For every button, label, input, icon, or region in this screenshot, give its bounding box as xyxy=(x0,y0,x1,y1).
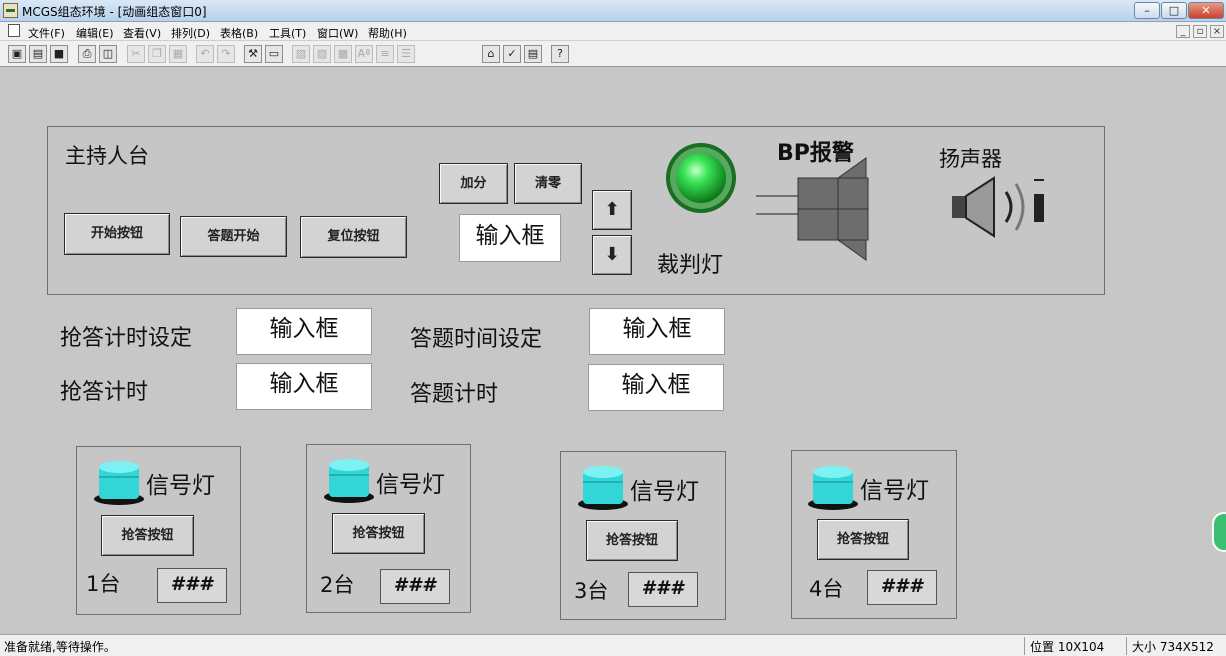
status-bar: 准备就绪,等待操作。 位置 10X104 大小 734X512 xyxy=(0,634,1226,656)
window-icon[interactable]: ▤ xyxy=(524,45,542,63)
status-divider xyxy=(1126,637,1127,655)
frame-icon[interactable]: ▭ xyxy=(265,45,283,63)
grab-button-4[interactable]: 抢答按钮 xyxy=(817,519,909,560)
new-window-icon[interactable]: ▣ xyxy=(8,45,26,63)
undo-icon[interactable]: ↶ xyxy=(196,45,214,63)
reset-button[interactable]: 复位按钮 xyxy=(300,216,407,258)
signal-light-label: 信号灯 xyxy=(860,478,929,504)
menu-help[interactable]: 帮助(H) xyxy=(368,25,407,41)
grab-timer-label: 抢答计时 xyxy=(60,380,149,405)
status-message: 准备就绪,等待操作。 xyxy=(4,640,116,654)
tools-icon[interactable]: ⚒ xyxy=(244,45,262,63)
clear-score-button[interactable]: 清零 xyxy=(514,163,582,204)
mdi-minimize-button[interactable]: _ xyxy=(1176,25,1190,38)
speaker-label: 扬声器 xyxy=(939,147,1002,171)
arrow-down-button[interactable]: ⬇ xyxy=(592,235,632,275)
status-divider xyxy=(1024,637,1025,655)
menu-edit[interactable]: 编辑(E) xyxy=(76,25,114,41)
help-icon[interactable]: ? xyxy=(551,45,569,63)
host-panel-title: 主持人台 xyxy=(65,144,149,168)
maximize-button[interactable]: □ xyxy=(1161,2,1187,19)
align-icon[interactable]: ▧ xyxy=(292,45,310,63)
answer-timer-input[interactable]: 输入框 xyxy=(588,364,724,411)
grab-button-3[interactable]: 抢答按钮 xyxy=(586,520,678,561)
properties-icon[interactable]: ⌂ xyxy=(482,45,500,63)
answer-timer-label: 答题计时 xyxy=(410,382,499,407)
menu-tools[interactable]: 工具(T) xyxy=(269,25,306,41)
grab-time-setting-input[interactable]: 输入框 xyxy=(236,308,372,355)
mdi-restore-button[interactable]: ▫ xyxy=(1193,25,1207,38)
floating-side-tab[interactable] xyxy=(1212,512,1226,552)
app-logo-icon xyxy=(3,3,18,18)
station-label-2: 2台 xyxy=(320,573,355,597)
menu-icon[interactable]: ☰ xyxy=(397,45,415,63)
judge-light-icon xyxy=(665,142,737,214)
text-icon[interactable]: Aª xyxy=(355,45,373,63)
document-icon[interactable] xyxy=(8,24,20,37)
window-title: MCGS组态环境 - [动画组态窗口0] xyxy=(22,5,207,19)
print-icon[interactable]: ⎙ xyxy=(78,45,96,63)
answer-start-button[interactable]: 答题开始 xyxy=(180,216,287,257)
paste-icon[interactable]: ▦ xyxy=(169,45,187,63)
signal-light-label: 信号灯 xyxy=(376,472,445,498)
station-label-3: 3台 xyxy=(574,579,609,603)
station-label-1: 1台 xyxy=(86,572,121,596)
station-value-3: ### xyxy=(628,572,698,607)
speaker-icon xyxy=(950,176,1050,240)
menu-file[interactable]: 文件(F) xyxy=(28,25,65,41)
menu-table[interactable]: 表格(B) xyxy=(220,25,258,41)
cut-icon[interactable]: ✂ xyxy=(127,45,145,63)
menu-view[interactable]: 查看(V) xyxy=(123,25,161,41)
signal-light-icon xyxy=(322,456,376,504)
answer-time-setting-label: 答题时间设定 xyxy=(410,327,543,352)
redo-icon[interactable]: ↷ xyxy=(217,45,235,63)
title-bar: MCGS组态环境 - [动画组态窗口0] – □ ✕ xyxy=(0,0,1226,22)
status-position: 位置 10X104 xyxy=(1030,640,1105,654)
grab-button-1[interactable]: 抢答按钮 xyxy=(101,515,194,556)
print-preview-icon[interactable]: ◫ xyxy=(99,45,117,63)
signal-light-icon xyxy=(576,463,630,511)
save-icon[interactable]: ■ xyxy=(50,45,68,63)
score-input[interactable]: 输入框 xyxy=(459,214,561,262)
grab-button-2[interactable]: 抢答按钮 xyxy=(332,513,425,554)
bp-alarm-icon xyxy=(756,156,870,262)
status-size: 大小 734X512 xyxy=(1132,640,1214,654)
minimize-button[interactable]: – xyxy=(1134,2,1160,19)
answer-time-setting-input[interactable]: 输入框 xyxy=(589,308,725,355)
station-value-2: ### xyxy=(380,569,450,604)
add-score-button[interactable]: 加分 xyxy=(439,163,508,204)
arrow-up-button[interactable]: ⬆ xyxy=(592,190,632,230)
station-value-1: ### xyxy=(157,568,227,603)
signal-light-icon xyxy=(806,463,860,511)
start-button[interactable]: 开始按钮 xyxy=(64,213,170,255)
toolbar: ▣ ▤ ■ ⎙ ◫ ✂ ❐ ▦ ↶ ↷ ⚒ ▭ ▧ ▨ ▩ Aª ≡ ☰ ⌂ ✓… xyxy=(0,41,1226,67)
signal-light-icon xyxy=(92,458,146,506)
signal-light-label: 信号灯 xyxy=(630,479,699,505)
font-icon[interactable]: ▩ xyxy=(334,45,352,63)
station-label-4: 4台 xyxy=(809,577,844,601)
mdi-close-button[interactable]: × xyxy=(1210,25,1224,38)
close-button[interactable]: ✕ xyxy=(1188,2,1224,19)
station-value-4: ### xyxy=(867,570,937,605)
copy-icon[interactable]: ❐ xyxy=(148,45,166,63)
open-icon[interactable]: ▤ xyxy=(29,45,47,63)
judge-light-label: 裁判灯 xyxy=(657,253,724,278)
menu-bar: 文件(F) 编辑(E) 查看(V) 排列(D) 表格(B) 工具(T) 窗口(W… xyxy=(0,22,1226,41)
arrow-up-icon: ⬆ xyxy=(604,199,620,220)
layer-icon[interactable]: ▨ xyxy=(313,45,331,63)
list-icon[interactable]: ≡ xyxy=(376,45,394,63)
grab-timer-input[interactable]: 输入框 xyxy=(236,363,372,410)
check-icon[interactable]: ✓ xyxy=(503,45,521,63)
menu-arrange[interactable]: 排列(D) xyxy=(171,25,210,41)
arrow-down-icon: ⬇ xyxy=(604,244,620,265)
signal-light-label: 信号灯 xyxy=(146,473,215,499)
menu-window[interactable]: 窗口(W) xyxy=(317,25,358,41)
grab-time-setting-label: 抢答计时设定 xyxy=(60,326,193,351)
